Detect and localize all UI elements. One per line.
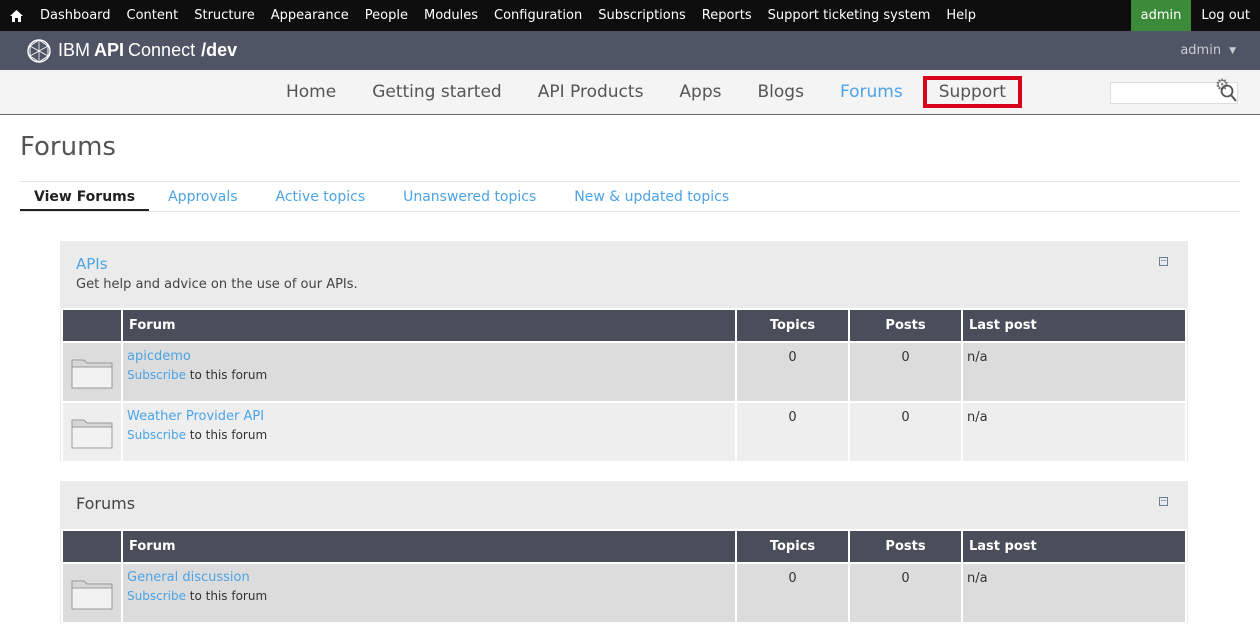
user-menu-label: admin (1180, 43, 1222, 58)
admin-menu-configuration[interactable]: Configuration (486, 8, 590, 23)
nav-blogs[interactable]: Blogs (740, 82, 822, 102)
search-input[interactable]: ⚙ (1110, 75, 1238, 104)
subscribe-link[interactable]: Subscribe (127, 368, 186, 382)
tab-unanswered-topics[interactable]: Unanswered topics (384, 182, 555, 211)
subscribe-suffix: to this forum (189, 428, 268, 442)
subscribe-suffix: to this forum (189, 368, 268, 382)
table-header-row: Forum Topics Posts Last post (63, 531, 1185, 562)
column-header-last-post: Last post (963, 310, 1185, 341)
tab-view-forums[interactable]: View Forums (20, 182, 150, 211)
admin-menu-people[interactable]: People (357, 8, 416, 23)
column-header-icon (63, 310, 121, 341)
last-post: n/a (963, 564, 1185, 622)
brand-ibm: IBM (58, 40, 91, 60)
subscribe-link[interactable]: Subscribe (127, 589, 186, 603)
forum-table: Forum Topics Posts Last post apicdemo Su… (61, 308, 1187, 463)
search-icon[interactable] (1220, 83, 1238, 103)
column-header-forum: Forum (123, 531, 735, 562)
nav-api-products[interactable]: API Products (520, 82, 662, 102)
column-header-forum: Forum (123, 310, 735, 341)
page-title: Forums (20, 132, 116, 162)
folder-icon (71, 419, 113, 449)
ibm-globe-icon (27, 38, 51, 63)
nav-support[interactable]: Support (922, 76, 1022, 108)
collapse-icon[interactable]: − (1159, 257, 1168, 266)
tab-approvals[interactable]: Approvals (149, 182, 256, 211)
last-post: n/a (963, 343, 1185, 401)
forum-tabs: View Forums Approvals Active topics Unan… (20, 181, 1240, 212)
home-icon[interactable] (0, 0, 32, 31)
admin-toolbar: Dashboard Content Structure Appearance P… (0, 0, 1260, 31)
subscribe-link[interactable]: Subscribe (127, 428, 186, 442)
admin-menu-help[interactable]: Help (938, 8, 984, 23)
container-title[interactable]: APIs (76, 255, 1172, 273)
tab-active-topics[interactable]: Active topics (257, 182, 385, 211)
posts-count: 0 (850, 403, 961, 461)
column-header-last-post: Last post (963, 531, 1185, 562)
admin-menu-modules[interactable]: Modules (416, 8, 486, 23)
user-menu[interactable]: admin ▼ (1180, 43, 1236, 58)
forum-link[interactable]: apicdemo (127, 349, 731, 364)
folder-icon (71, 580, 113, 610)
main-navigation: Home Getting started API Products Apps B… (0, 70, 1260, 115)
posts-count: 0 (850, 343, 961, 401)
nav-apps[interactable]: Apps (661, 82, 739, 102)
forum-container-forums: Forums − Forum Topics Posts Last post Ge… (60, 481, 1188, 624)
brand-connect: Connect (128, 40, 196, 60)
nav-getting-started[interactable]: Getting started (354, 82, 520, 102)
container-title: Forums (76, 494, 136, 513)
topics-count: 0 (737, 343, 848, 401)
brand-header: IBM API Connect /dev admin ▼ (0, 31, 1260, 70)
admin-menu-content[interactable]: Content (119, 8, 187, 23)
column-header-icon (63, 531, 121, 562)
column-header-topics: Topics (737, 310, 848, 341)
posts-count: 0 (850, 564, 961, 622)
brand-api: API (94, 40, 125, 60)
admin-menu: Dashboard Content Structure Appearance P… (32, 0, 1131, 31)
tab-new-updated-topics[interactable]: New & updated topics (555, 182, 748, 211)
container-description: Get help and advice on the use of our AP… (76, 277, 358, 292)
brand-catalog: /dev (201, 40, 238, 60)
forum-link[interactable]: Weather Provider API (127, 409, 731, 424)
table-row: Weather Provider API Subscribe to this f… (63, 403, 1185, 461)
admin-user-link[interactable]: admin (1130, 0, 1192, 31)
nav-home[interactable]: Home (268, 82, 354, 102)
logout-link[interactable]: Log out (1191, 0, 1260, 31)
forum-table: Forum Topics Posts Last post General dis… (61, 529, 1187, 624)
admin-menu-reports[interactable]: Reports (694, 8, 760, 23)
admin-menu-appearance[interactable]: Appearance (263, 8, 357, 23)
admin-menu-structure[interactable]: Structure (186, 8, 262, 23)
forum-icon-cell (63, 343, 121, 401)
column-header-posts: Posts (850, 310, 961, 341)
table-row: apicdemo Subscribe to this forum 0 0 n/a (63, 343, 1185, 401)
topics-count: 0 (737, 403, 848, 461)
forum-icon-cell (63, 403, 121, 461)
site-logo[interactable]: IBM API Connect /dev (26, 38, 237, 64)
column-header-posts: Posts (850, 531, 961, 562)
folder-icon (71, 359, 113, 389)
collapse-icon[interactable]: − (1159, 497, 1168, 506)
table-row: General discussion Subscribe to this for… (63, 564, 1185, 622)
forum-link[interactable]: General discussion (127, 570, 731, 585)
topics-count: 0 (737, 564, 848, 622)
subscribe-suffix: to this forum (189, 589, 268, 603)
column-header-topics: Topics (737, 531, 848, 562)
nav-forums[interactable]: Forums (822, 82, 921, 102)
chevron-down-icon: ▼ (1229, 45, 1236, 56)
admin-menu-dashboard[interactable]: Dashboard (32, 8, 119, 23)
forum-container-apis: APIs Get help and advice on the use of o… (60, 241, 1188, 463)
last-post: n/a (963, 403, 1185, 461)
forum-icon-cell (63, 564, 121, 622)
admin-menu-subscriptions[interactable]: Subscriptions (590, 8, 694, 23)
table-header-row: Forum Topics Posts Last post (63, 310, 1185, 341)
admin-menu-support-ticketing[interactable]: Support ticketing system (760, 8, 939, 23)
